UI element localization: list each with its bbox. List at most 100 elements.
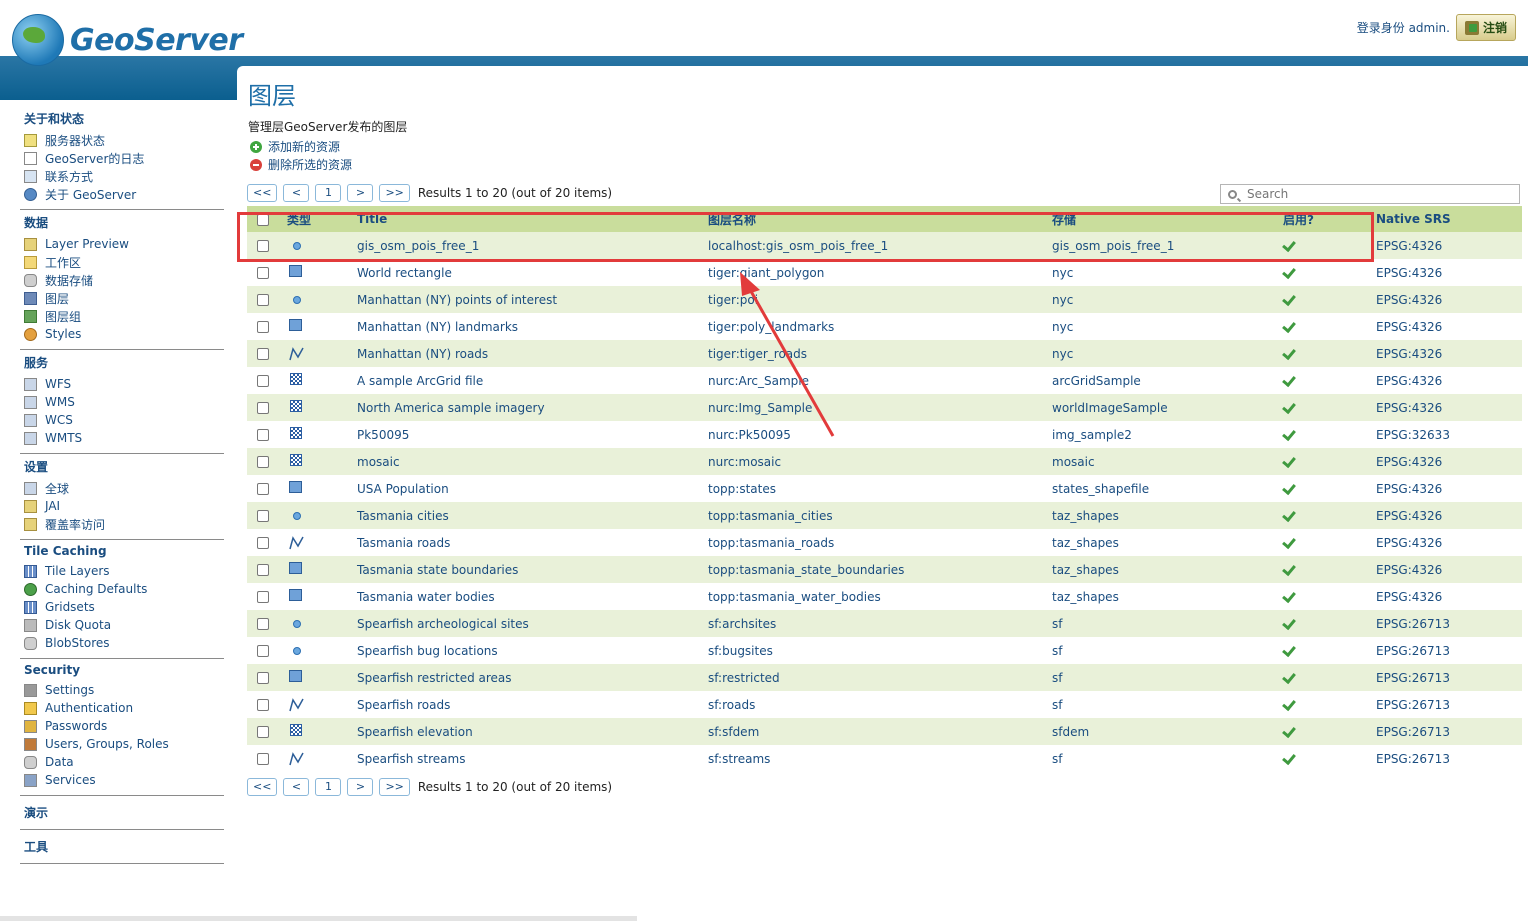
sidebar-section-title[interactable]: 演示: [24, 804, 224, 821]
sidebar-item[interactable]: JAI: [24, 497, 224, 515]
pager-next-button[interactable]: >: [347, 184, 374, 202]
sidebar-item[interactable]: 服务器状态: [24, 131, 224, 149]
sidebar-item[interactable]: Styles: [24, 325, 224, 343]
row-select-checkbox[interactable]: [257, 645, 269, 657]
sidebar-item[interactable]: 覆盖率访问: [24, 515, 224, 533]
row-select-checkbox[interactable]: [257, 699, 269, 711]
layer-title-link[interactable]: Spearfish archeological sites: [357, 617, 529, 631]
layer-name-link[interactable]: nurc:mosaic: [708, 455, 781, 469]
search-input[interactable]: [1245, 186, 1509, 202]
layer-name-link[interactable]: topp:tasmania_water_bodies: [708, 590, 881, 604]
store-link[interactable]: img_sample2: [1052, 428, 1132, 442]
delete-resource-link[interactable]: 删除所选的资源: [250, 156, 352, 173]
layer-name-link[interactable]: topp:tasmania_state_boundaries: [708, 563, 904, 577]
pager-prev-button[interactable]: <: [283, 184, 310, 202]
row-select-checkbox[interactable]: [257, 321, 269, 333]
sidebar-item[interactable]: 工作区: [24, 253, 224, 271]
pager-first-button[interactable]: <<: [247, 778, 278, 796]
layer-name-link[interactable]: sf:archsites: [708, 617, 776, 631]
layer-title-link[interactable]: Spearfish bug locations: [357, 644, 498, 658]
layer-name-link[interactable]: sf:sfdem: [708, 725, 759, 739]
layer-name-link[interactable]: nurc:Arc_Sample: [708, 374, 809, 388]
sidebar-item[interactable]: Disk Quota: [24, 616, 224, 634]
column-header-srs[interactable]: Native SRS: [1376, 206, 1522, 232]
sidebar-item[interactable]: Passwords: [24, 717, 224, 735]
add-resource-link[interactable]: 添加新的资源: [250, 138, 340, 155]
row-select-checkbox[interactable]: [257, 375, 269, 387]
store-link[interactable]: taz_shapes: [1052, 563, 1119, 577]
layer-name-link[interactable]: sf:bugsites: [708, 644, 773, 658]
geoserver-logo[interactable]: GeoServer: [12, 14, 243, 66]
layer-name-link[interactable]: tiger:giant_polygon: [708, 266, 824, 280]
row-select-checkbox[interactable]: [257, 618, 269, 630]
row-select-checkbox[interactable]: [257, 294, 269, 306]
layer-name-link[interactable]: topp:tasmania_roads: [708, 536, 834, 550]
sidebar-item[interactable]: 全球: [24, 479, 224, 497]
row-select-checkbox[interactable]: [257, 753, 269, 765]
sidebar-item[interactable]: Tile Layers: [24, 562, 224, 580]
pager-page-button[interactable]: 1: [315, 778, 342, 796]
layer-name-link[interactable]: topp:tasmania_cities: [708, 509, 833, 523]
store-link[interactable]: nyc: [1052, 320, 1073, 334]
sidebar-item[interactable]: WFS: [24, 375, 224, 393]
store-link[interactable]: nyc: [1052, 347, 1073, 361]
store-link[interactable]: sf: [1052, 698, 1062, 712]
pager-last-button[interactable]: >>: [379, 778, 410, 796]
layer-title-link[interactable]: Manhattan (NY) roads: [357, 347, 488, 361]
layer-title-link[interactable]: Tasmania state boundaries: [357, 563, 518, 577]
sidebar-item[interactable]: Layer Preview: [24, 235, 224, 253]
sidebar-item[interactable]: Data: [24, 753, 224, 771]
store-link[interactable]: arcGridSample: [1052, 374, 1141, 388]
layer-title-link[interactable]: Tasmania cities: [357, 509, 449, 523]
sidebar-item[interactable]: WMS: [24, 393, 224, 411]
store-link[interactable]: taz_shapes: [1052, 536, 1119, 550]
row-select-checkbox[interactable]: [257, 483, 269, 495]
row-select-checkbox[interactable]: [257, 726, 269, 738]
row-select-checkbox[interactable]: [257, 348, 269, 360]
pager-prev-button[interactable]: <: [283, 778, 310, 796]
select-all-checkbox[interactable]: [257, 213, 269, 226]
column-header-store[interactable]: 存储: [1052, 206, 1283, 232]
layer-title-link[interactable]: gis_osm_pois_free_1: [357, 239, 479, 253]
store-link[interactable]: nyc: [1052, 266, 1073, 280]
pager-next-button[interactable]: >: [347, 778, 374, 796]
layer-title-link[interactable]: Pk50095: [357, 428, 409, 442]
layer-name-link[interactable]: tiger:poly_landmarks: [708, 320, 834, 334]
sidebar-item[interactable]: Authentication: [24, 699, 224, 717]
layer-title-link[interactable]: North America sample imagery: [357, 401, 545, 415]
row-select-checkbox[interactable]: [257, 267, 269, 279]
store-link[interactable]: gis_osm_pois_free_1: [1052, 239, 1174, 253]
layer-name-link[interactable]: nurc:Pk50095: [708, 428, 791, 442]
store-link[interactable]: sfdem: [1052, 725, 1089, 739]
logout-button[interactable]: 注销: [1455, 14, 1516, 41]
sidebar-item[interactable]: Gridsets: [24, 598, 224, 616]
pager-last-button[interactable]: >>: [379, 184, 410, 202]
layer-name-link[interactable]: localhost:gis_osm_pois_free_1: [708, 239, 888, 253]
store-link[interactable]: nyc: [1052, 293, 1073, 307]
sidebar-item[interactable]: WCS: [24, 411, 224, 429]
sidebar-item[interactable]: 关于 GeoServer: [24, 185, 224, 203]
pager-first-button[interactable]: <<: [247, 184, 278, 202]
layer-name-link[interactable]: sf:restricted: [708, 671, 780, 685]
layer-title-link[interactable]: Tasmania roads: [357, 536, 450, 550]
store-link[interactable]: sf: [1052, 752, 1062, 766]
sidebar-item[interactable]: Services: [24, 771, 224, 789]
row-select-checkbox[interactable]: [257, 591, 269, 603]
sidebar-item[interactable]: 数据存储: [24, 271, 224, 289]
layer-title-link[interactable]: mosaic: [357, 455, 400, 469]
pager-page-button[interactable]: 1: [315, 184, 342, 202]
layer-title-link[interactable]: Spearfish streams: [357, 752, 465, 766]
layer-name-link[interactable]: nurc:Img_Sample: [708, 401, 812, 415]
layer-title-link[interactable]: Spearfish elevation: [357, 725, 473, 739]
sidebar-item[interactable]: Settings: [24, 681, 224, 699]
sidebar-item[interactable]: Users, Groups, Roles: [24, 735, 224, 753]
store-link[interactable]: worldImageSample: [1052, 401, 1168, 415]
column-header-name[interactable]: 图层名称: [708, 206, 1052, 232]
layer-title-link[interactable]: Spearfish roads: [357, 698, 450, 712]
sidebar-item[interactable]: Caching Defaults: [24, 580, 224, 598]
sidebar-section-title[interactable]: 工具: [24, 838, 224, 855]
layer-title-link[interactable]: Spearfish restricted areas: [357, 671, 512, 685]
row-select-checkbox[interactable]: [257, 240, 269, 252]
store-link[interactable]: mosaic: [1052, 455, 1095, 469]
layer-title-link[interactable]: Manhattan (NY) landmarks: [357, 320, 518, 334]
